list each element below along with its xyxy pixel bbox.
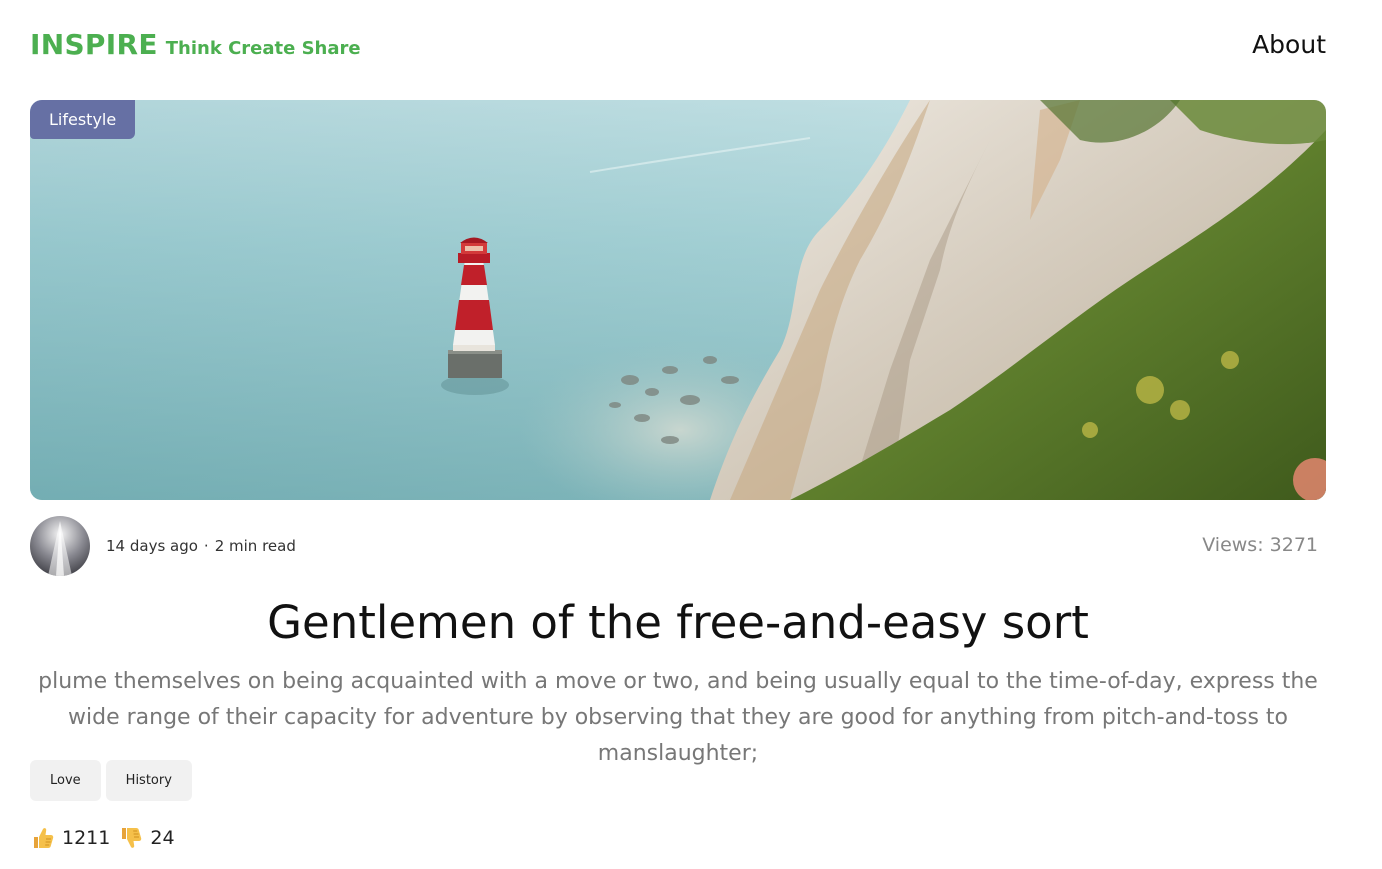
post-meta: 14 days ago · 2 min read Views: 3271 <box>30 516 1326 576</box>
site-header: INSPIRE Think Create Share About <box>30 26 1326 70</box>
nav-about-link[interactable]: About <box>1252 30 1326 59</box>
author-avatar[interactable] <box>30 516 90 576</box>
read-time: 2 min read <box>214 537 296 555</box>
lighthouse-cliff-photo <box>30 100 1326 500</box>
post-meta-text: 14 days ago · 2 min read <box>106 537 296 555</box>
avatar-icon <box>30 516 90 576</box>
tag-love[interactable]: Love <box>30 760 101 801</box>
thumbs-up-icon <box>34 828 54 848</box>
view-count: Views: 3271 <box>1202 534 1318 556</box>
thumbs-down-icon <box>122 828 142 848</box>
post-page: INSPIRE Think Create Share About Lifesty… <box>0 0 1382 869</box>
published-date: 14 days ago <box>106 537 198 555</box>
post-excerpt: plume themselves on being acquainted wit… <box>38 669 1318 766</box>
post-cover-image[interactable]: Lifestyle <box>30 100 1326 500</box>
brand-name: INSPIRE <box>30 28 158 61</box>
dislike-count: 24 <box>150 827 175 849</box>
dislike-button[interactable]: 24 <box>120 826 175 850</box>
post-tags: Love History <box>30 760 192 801</box>
brand-logo[interactable]: INSPIRE Think Create Share <box>30 28 361 61</box>
like-count: 1211 <box>62 827 111 849</box>
post-title: Gentlemen of the free-and-easy sort <box>267 596 1089 649</box>
meta-separator: · <box>203 537 209 555</box>
like-button[interactable]: 1211 <box>32 826 110 850</box>
brand-tagline: Think Create Share <box>165 38 361 59</box>
category-badge[interactable]: Lifestyle <box>30 100 136 139</box>
tag-history[interactable]: History <box>105 760 192 801</box>
post-reactions: 1211 24 <box>32 826 175 850</box>
